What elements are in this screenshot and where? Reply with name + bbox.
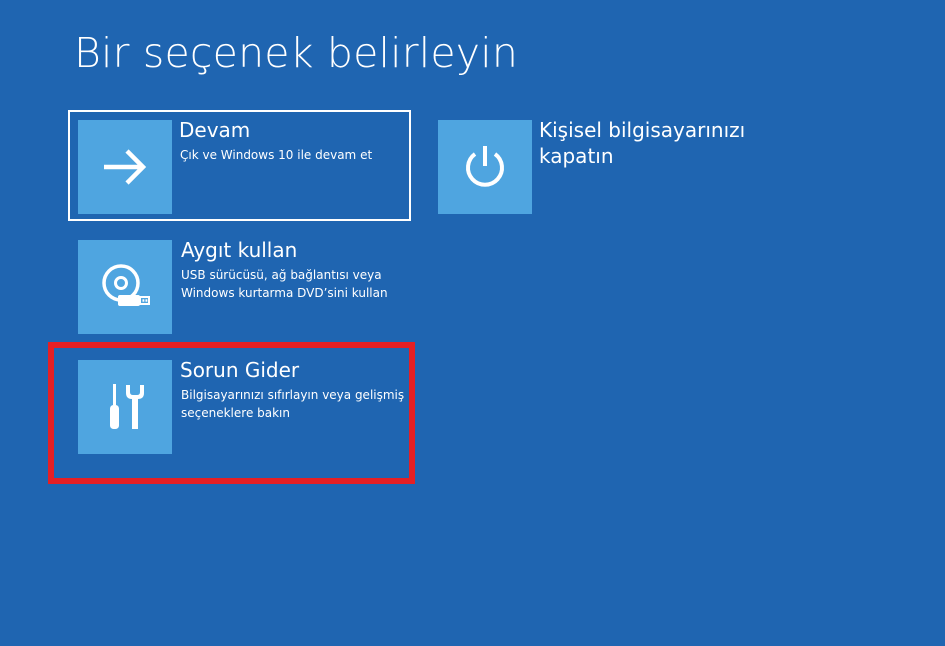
continue-description: Çık ve Windows 10 ile devam et [180,148,373,162]
use-device-tile [78,240,172,334]
troubleshoot-title: Sorun Gider [180,358,300,382]
arrow-right-icon [101,147,149,187]
option-continue[interactable]: Devam Çık ve Windows 10 ile devam et [68,110,414,224]
option-use-device[interactable]: Aygıt kullan USB sürücüsü, ağ bağlantısı… [78,238,408,334]
use-device-title: Aygıt kullan [181,238,298,262]
power-icon [461,143,509,191]
shutdown-title-line1: Kişisel bilgisayarınızı [539,118,746,142]
shutdown-title-line2: kapatın [539,144,614,168]
use-device-description-line2: Windows kurtarma DVD’sini kullan [181,286,388,300]
page-title: Bir seçenek belirleyin [74,29,519,77]
disc-usb-icon [99,261,151,313]
continue-tile [78,120,172,214]
tools-icon [103,382,147,432]
use-device-description-line1: USB sürücüsü, ağ bağlantısı veya [181,268,382,282]
option-shutdown[interactable]: Kişisel bilgisayarınızı kapatın [438,118,758,214]
troubleshoot-tile [78,360,172,454]
continue-title: Devam [179,118,251,142]
troubleshoot-description-line1: Bilgisayarınızı sıfırlayın veya gelişmiş [181,388,405,402]
option-troubleshoot[interactable]: Sorun Gider Bilgisayarınızı sıfırlayın v… [78,358,408,454]
shutdown-tile [438,120,532,214]
troubleshoot-description-line2: seçeneklere bakın [181,406,290,420]
